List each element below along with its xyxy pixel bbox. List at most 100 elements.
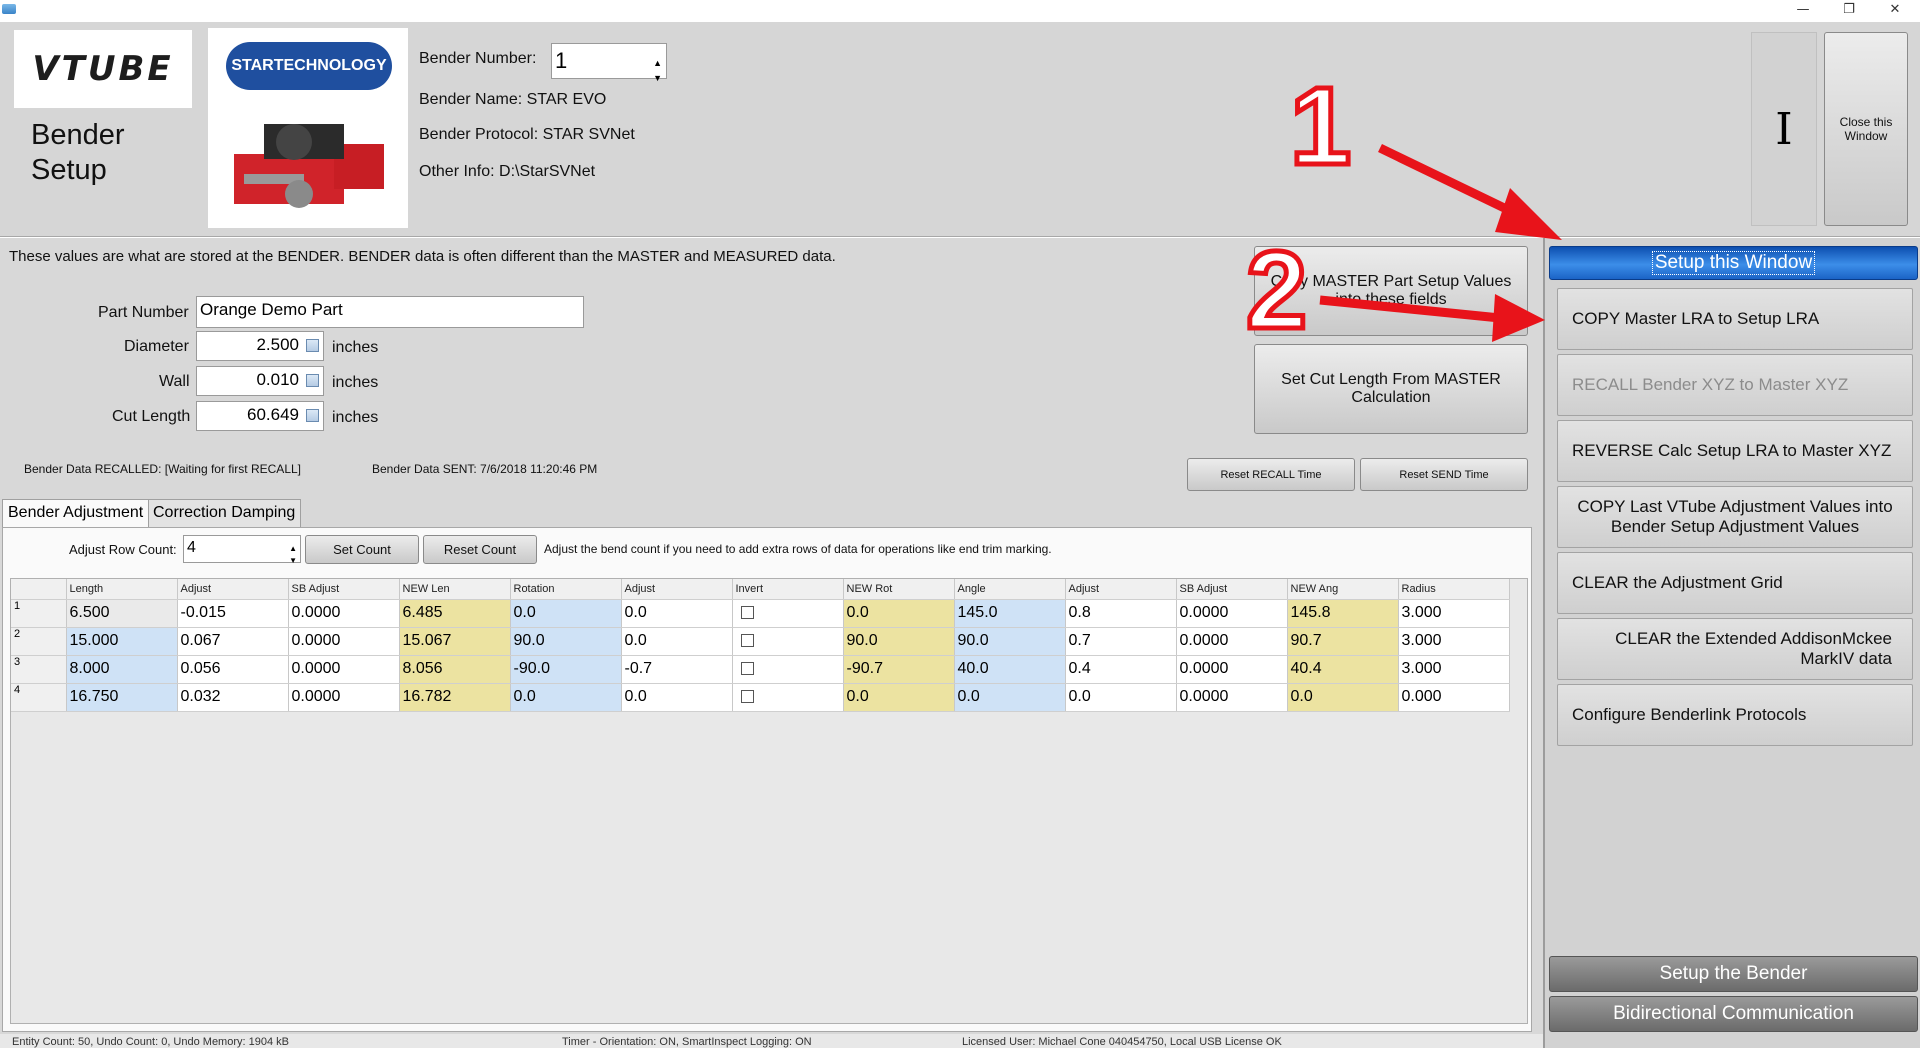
grid-cell[interactable]: 0.0000 (288, 627, 400, 656)
invert-checkbox-cell[interactable] (732, 599, 844, 628)
grid-cell[interactable]: 3.000 (1398, 627, 1510, 656)
column-header[interactable]: NEW Rot (843, 579, 955, 600)
setup-window-header[interactable]: Setup this Window (1549, 246, 1918, 280)
grid-cell[interactable]: 0.0 (843, 599, 955, 628)
grid-cell[interactable]: 0.0 (510, 599, 622, 628)
grid-cell[interactable]: 145.8 (1287, 599, 1399, 628)
grid-cell[interactable]: 16.750 (66, 683, 178, 712)
column-header[interactable]: Angle (954, 579, 1066, 600)
grid-cell[interactable]: 0.0 (843, 683, 955, 712)
reset-count-button[interactable]: Reset Count (423, 535, 537, 564)
tab-bender-adjustment[interactable]: Bender Adjustment (2, 499, 150, 527)
grid-cell[interactable]: 145.0 (954, 599, 1066, 628)
restore-button[interactable]: ❐ (1826, 0, 1872, 22)
spin-down-icon[interactable]: ▼ (289, 549, 297, 573)
column-header[interactable]: SB Adjust (1176, 579, 1288, 600)
close-window-button[interactable]: Close this Window (1824, 32, 1908, 226)
grid-cell[interactable]: 0.4 (1065, 655, 1177, 684)
grid-cell[interactable]: 0.8 (1065, 599, 1177, 628)
grid-cell[interactable]: -90.0 (510, 655, 622, 684)
reset-recall-button[interactable]: Reset RECALL Time (1187, 458, 1355, 491)
grid-cell[interactable]: -0.015 (177, 599, 289, 628)
table-row[interactable]: 1 6.500 -0.015 0.0000 6.485 0.0 0.0 0.0 145.0 0.8… (11, 599, 1510, 628)
column-header[interactable]: NEW Ang (1287, 579, 1399, 600)
tab-correction-damping[interactable]: Correction Damping (147, 499, 302, 527)
column-header[interactable]: Length (66, 579, 178, 600)
set-count-button[interactable]: Set Count (305, 535, 419, 564)
bidirectional-communication-tab[interactable]: Bidirectional Communication (1549, 996, 1918, 1032)
grid-cell[interactable]: 0.0000 (1176, 599, 1288, 628)
invert-checkbox-cell[interactable] (732, 683, 844, 712)
column-header[interactable]: Adjust (177, 579, 289, 600)
grid-cell[interactable]: 6.485 (399, 599, 511, 628)
wall-input[interactable]: 0.010 (196, 366, 324, 396)
grid-cell[interactable]: 0.0 (621, 627, 733, 656)
table-row[interactable]: 4 16.750 0.032 0.0000 16.782 0.0 0.0 0.0 0.0 0.0 0… (11, 683, 1510, 712)
grid-cell[interactable]: 0.0 (954, 683, 1066, 712)
grid-cell[interactable]: 0.056 (177, 655, 289, 684)
recall-bender-xyz-button[interactable]: RECALL Bender XYZ to Master XYZ (1557, 354, 1913, 416)
reverse-calc-button[interactable]: REVERSE Calc Setup LRA to Master XYZ (1557, 420, 1913, 482)
grid-cell[interactable]: 8.000 (66, 655, 178, 684)
invert-checkbox[interactable] (740, 662, 754, 675)
grid-cell[interactable]: 90.7 (1287, 627, 1399, 656)
invert-checkbox[interactable] (740, 606, 754, 619)
column-header[interactable]: Radius (1398, 579, 1510, 600)
grid-cell[interactable]: 0.7 (1065, 627, 1177, 656)
copy-last-vtube-button[interactable]: COPY Last VTube Adjustment Values into B… (1557, 486, 1913, 548)
grid-cell[interactable]: 0.032 (177, 683, 289, 712)
grid-cell[interactable]: 90.0 (510, 627, 622, 656)
invert-checkbox-cell[interactable] (732, 655, 844, 684)
grid-cell[interactable]: 90.0 (954, 627, 1066, 656)
column-header[interactable]: Invert (732, 579, 844, 600)
copy-master-lra-button[interactable]: COPY Master LRA to Setup LRA (1557, 288, 1913, 350)
spin-down-icon[interactable]: ▼ (653, 61, 662, 95)
table-row[interactable]: 2 15.000 0.067 0.0000 15.067 90.0 0.0 90.0 90.0 0… (11, 627, 1510, 656)
invert-checkbox[interactable] (740, 690, 754, 703)
part-number-input[interactable]: Orange Demo Part (196, 296, 584, 328)
close-button[interactable]: ✕ (1872, 0, 1918, 22)
clear-markiv-button[interactable]: CLEAR the Extended AddisonMckee MarkIV d… (1557, 618, 1913, 680)
grid-cell[interactable]: 6.500 (66, 599, 178, 628)
grid-cell[interactable]: 0.0 (621, 683, 733, 712)
grid-cell[interactable]: 3.000 (1398, 599, 1510, 628)
grid-cell[interactable]: 0.0000 (288, 683, 400, 712)
configure-benderlink-button[interactable]: Configure Benderlink Protocols (1557, 684, 1913, 746)
grid-cell[interactable]: 0.0 (1065, 683, 1177, 712)
invert-checkbox-cell[interactable] (732, 627, 844, 656)
grid-cell[interactable]: 0.0 (1287, 683, 1399, 712)
grid-cell[interactable]: 0.0 (621, 599, 733, 628)
clear-adjustment-grid-button[interactable]: CLEAR the Adjustment Grid (1557, 552, 1913, 614)
grid-cell[interactable]: 0.000 (1398, 683, 1510, 712)
grid-cell[interactable]: -90.7 (843, 655, 955, 684)
grid-cell[interactable]: 8.056 (399, 655, 511, 684)
calculator-icon[interactable] (306, 409, 319, 422)
calculator-icon[interactable] (306, 374, 319, 387)
grid-cell[interactable]: 15.067 (399, 627, 511, 656)
grid-cell[interactable]: 0.0000 (288, 599, 400, 628)
grid-cell[interactable]: 40.4 (1287, 655, 1399, 684)
column-header[interactable]: Adjust (621, 579, 733, 600)
minimize-button[interactable]: — (1780, 0, 1826, 22)
grid-cell[interactable]: 0.0000 (288, 655, 400, 684)
adjustment-grid[interactable]: Length Adjust SB Adjust NEW Len Rotation… (10, 578, 1528, 1024)
grid-cell[interactable]: 0.067 (177, 627, 289, 656)
grid-cell[interactable]: -0.7 (621, 655, 733, 684)
row-count-spinner[interactable]: 4 ▲ ▼ (183, 535, 301, 565)
grid-cell[interactable]: 0.0000 (1176, 683, 1288, 712)
reset-send-button[interactable]: Reset SEND Time (1360, 458, 1528, 491)
column-header[interactable]: NEW Len (399, 579, 511, 600)
grid-cell[interactable]: 0.0000 (1176, 655, 1288, 684)
table-row[interactable]: 3 8.000 0.056 0.0000 8.056 -90.0 -0.7 -90.7 40.0… (11, 655, 1510, 684)
column-header[interactable]: SB Adjust (288, 579, 400, 600)
invert-checkbox[interactable] (740, 634, 754, 647)
cut-length-input[interactable]: 60.649 (196, 401, 324, 431)
grid-cell[interactable]: 0.0 (510, 683, 622, 712)
setup-bender-tab[interactable]: Setup the Bender (1549, 956, 1918, 992)
column-header[interactable]: Adjust (1065, 579, 1177, 600)
bender-number-spinner[interactable]: 1 ▲ ▼ (551, 43, 667, 83)
set-cut-length-button[interactable]: Set Cut Length From MASTER Calculation (1254, 344, 1528, 434)
column-header[interactable]: Rotation (510, 579, 622, 600)
grid-cell[interactable]: 40.0 (954, 655, 1066, 684)
calculator-icon[interactable] (306, 339, 319, 352)
